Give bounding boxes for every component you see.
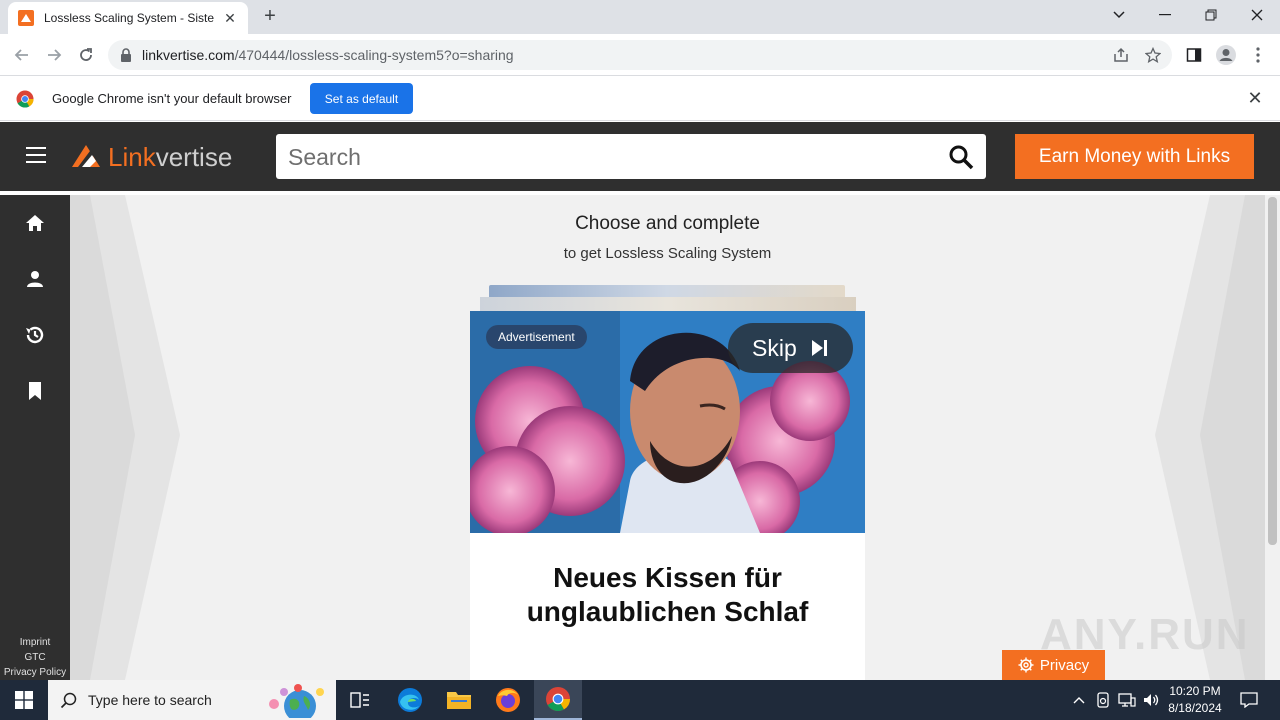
site-search-input[interactable]: Search (276, 134, 986, 179)
reload-icon[interactable] (74, 43, 98, 67)
windows-taskbar: Type here to search 10:20 PM 8/18/2024 (0, 680, 1280, 720)
tab-close-icon[interactable]: ✕ (222, 10, 238, 26)
privacy-label: Privacy (1039, 656, 1090, 674)
footer-links: Imprint GTC Privacy Policy (0, 635, 70, 680)
search-highlight-globe-icon (269, 684, 324, 718)
page-scrollbar[interactable] (1265, 195, 1280, 680)
privacy-button[interactable]: Privacy (1002, 650, 1105, 680)
clock-time: 10:20 PM (1169, 684, 1221, 698)
taskbar-search-icon (60, 692, 77, 709)
logo-text-vertise: vertise (155, 141, 233, 172)
tab-strip: Lossless Scaling System - Sistem ✕ + (0, 0, 1280, 34)
infobar-message: Google Chrome isn't your default browser (52, 91, 292, 106)
main-content: Choose and complete to get Lossless Scal… (70, 195, 1265, 680)
share-icon[interactable] (1112, 46, 1130, 64)
scrollbar-thumb[interactable] (1268, 197, 1277, 545)
volume-icon[interactable] (1140, 680, 1162, 720)
chrome-menu-icon[interactable] (1246, 43, 1270, 67)
tray-overflow-chevron-icon[interactable] (1068, 680, 1090, 720)
url-text: linkvertise.com/470444/lossless-scaling-… (142, 47, 514, 63)
site-header: Link vertise Search Earn Money with Links (0, 122, 1280, 191)
ad-headline[interactable]: Neues Kissen für unglaublichen Schlaf (470, 561, 865, 629)
browser-toolbar: linkvertise.com/470444/lossless-scaling-… (0, 34, 1280, 76)
page-subheading: to get Lossless Scaling System (563, 245, 772, 262)
chrome-logo-icon (16, 90, 34, 108)
lock-icon (121, 48, 131, 62)
windows-start-icon[interactable] (0, 680, 48, 720)
gear-icon (1018, 657, 1034, 673)
network-icon[interactable] (1116, 680, 1138, 720)
gtc-link[interactable]: GTC (0, 650, 70, 665)
linkvertise-logo[interactable]: Link vertise (70, 140, 232, 174)
browser-tab[interactable]: Lossless Scaling System - Sistem ✕ (8, 2, 248, 34)
restore-icon[interactable] (1188, 0, 1234, 30)
tab-title: Lossless Scaling System - Sistem (44, 11, 214, 25)
left-chevron-decoration (70, 195, 180, 680)
user-icon[interactable] (23, 267, 47, 291)
task-view-icon[interactable] (336, 680, 384, 720)
history-icon[interactable] (23, 323, 47, 347)
tab-search-icon[interactable] (1096, 0, 1142, 30)
address-bar[interactable]: linkvertise.com/470444/lossless-scaling-… (108, 40, 1172, 70)
hamburger-menu-icon[interactable] (26, 147, 46, 165)
skip-button[interactable]: Skip (728, 323, 853, 373)
right-chevron-decoration (1155, 195, 1265, 680)
firefox-icon[interactable] (484, 680, 532, 720)
advertisement-label: Advertisement (486, 325, 587, 349)
earn-money-button[interactable]: Earn Money with Links (1015, 134, 1254, 179)
taskbar-search-input[interactable]: Type here to search (48, 680, 336, 720)
file-explorer-icon[interactable] (435, 680, 483, 720)
clock-date: 8/18/2024 (1168, 701, 1222, 715)
profile-avatar-icon[interactable] (1214, 43, 1238, 67)
linkvertise-logo-mark-icon (72, 145, 100, 167)
bookmark-star-icon[interactable] (1144, 46, 1162, 64)
new-tab-icon[interactable]: + (258, 6, 282, 28)
default-browser-infobar: Google Chrome isn't your default browser… (0, 77, 1280, 121)
infobar-close-icon[interactable]: ✕ (1246, 89, 1264, 107)
notification-center-icon[interactable] (1234, 680, 1264, 720)
logo-text-link: Link (108, 141, 156, 172)
advertisement-card[interactable]: Advertisement Skip Neues Kissen für ungl… (470, 311, 865, 680)
home-icon[interactable] (23, 211, 47, 235)
edge-icon[interactable] (386, 680, 434, 720)
minimize-icon[interactable] (1142, 0, 1188, 30)
close-window-icon[interactable] (1234, 0, 1280, 30)
side-navigation: Imprint GTC Privacy Policy (0, 195, 70, 680)
privacy-policy-link[interactable]: Privacy Policy (0, 665, 70, 680)
skip-label: Skip (752, 334, 797, 361)
forward-icon[interactable] (42, 43, 66, 67)
tray-device-icon[interactable] (1092, 680, 1114, 720)
chrome-taskbar-icon[interactable] (534, 680, 582, 720)
skip-next-icon (811, 340, 827, 356)
search-placeholder: Search (288, 144, 361, 170)
side-panel-icon[interactable] (1182, 43, 1206, 67)
taskbar-clock[interactable]: 10:20 PM 8/18/2024 (1160, 683, 1230, 717)
set-as-default-button[interactable]: Set as default (310, 83, 413, 114)
ad-image[interactable]: Advertisement Skip (470, 311, 865, 533)
back-icon[interactable] (10, 43, 34, 67)
imprint-link[interactable]: Imprint (0, 635, 70, 650)
search-icon[interactable] (948, 144, 974, 170)
linkvertise-favicon-icon (18, 10, 34, 26)
taskbar-search-placeholder: Type here to search (88, 692, 212, 708)
page-heading: Choose and complete (575, 213, 760, 234)
bookmark-icon[interactable] (23, 379, 47, 403)
